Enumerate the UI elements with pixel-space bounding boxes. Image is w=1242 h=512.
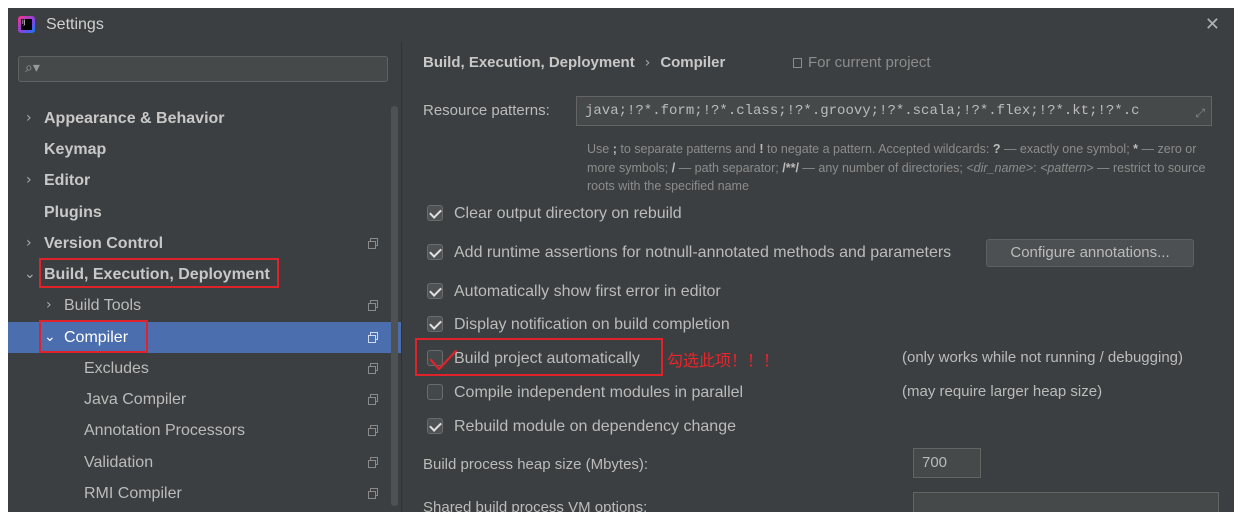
option-label: Clear output directory on rebuild <box>454 205 682 222</box>
red-checkmark-annotation-icon <box>429 349 458 371</box>
heap-size-label: Build process heap size (Mbytes): <box>423 456 649 473</box>
sidebar-item-java-compiler[interactable]: Java Compiler <box>8 384 401 415</box>
vm-options-label: Shared build process VM options: <box>423 499 648 512</box>
breadcrumb: Build, Execution, Deployment › Compiler <box>423 54 725 71</box>
sidebar-item-appearance-behavior[interactable]: › Appearance & Behavior <box>8 103 401 134</box>
project-scope-icon <box>368 425 378 436</box>
scope-label-text: For current project <box>808 54 931 71</box>
sidebar-item-version-control[interactable]: › Version Control <box>8 228 401 259</box>
resource-patterns-input[interactable]: java;!?*.form;!?*.class;!?*.groovy;!?*.s… <box>576 96 1212 126</box>
sidebar-item-rmi-compiler[interactable]: RMI Compiler <box>8 478 401 509</box>
scope-label: For current project <box>793 54 931 71</box>
sidebar-item-annotation-processors[interactable]: Annotation Processors <box>8 415 401 446</box>
project-scope-icon <box>368 394 378 405</box>
sidebar-item-label: RMI Compiler <box>84 485 182 502</box>
option-label: Automatically show first error in editor <box>454 283 721 300</box>
project-scope-icon <box>368 363 378 374</box>
chevron-right-icon: › <box>26 110 32 126</box>
breadcrumb-current: Compiler <box>660 54 726 71</box>
project-scope-icon <box>368 238 378 249</box>
close-icon[interactable]: ✕ <box>1205 14 1220 35</box>
intellij-logo-icon: IJ <box>18 16 35 33</box>
settings-sidebar: ⌕▾ › Appearance & Behavior Keymap › Edit… <box>8 42 401 512</box>
sidebar-item-keymap[interactable]: Keymap <box>8 134 401 165</box>
project-scope-icon <box>368 300 378 311</box>
title-bar: IJ Settings ✕ <box>8 8 1234 42</box>
project-scope-icon <box>793 58 802 68</box>
project-scope-icon <box>368 332 378 343</box>
sidebar-item-build-execution-deployment[interactable]: ⌄ Build, Execution, Deployment <box>8 259 401 290</box>
breadcrumb-separator: › <box>644 55 651 71</box>
chevron-down-icon: ⌄ <box>24 266 36 282</box>
sidebar-item-excludes[interactable]: Excludes <box>8 353 401 384</box>
heap-size-input[interactable]: 700 <box>913 448 981 478</box>
sidebar-item-label: Version Control <box>44 235 164 252</box>
option-label: Compile independent modules in parallel <box>454 384 744 401</box>
sidebar-item-label: Editor <box>44 172 91 189</box>
checkbox-checked[interactable] <box>427 316 443 332</box>
option-label: Display notification on build completion <box>454 316 730 333</box>
vm-options-input[interactable] <box>913 492 1219 512</box>
sidebar-item-label: Compiler <box>64 329 129 346</box>
annotation-text: 勾选此项！！！ <box>667 353 780 370</box>
project-scope-icon <box>368 488 378 499</box>
configure-annotations-button[interactable]: Configure annotations... <box>986 239 1194 267</box>
sidebar-item-build-tools[interactable]: › Build Tools <box>8 290 401 321</box>
checkbox-checked[interactable] <box>427 205 443 221</box>
resource-patterns-hint: Use ; to separate patterns and ! to nega… <box>587 142 1206 193</box>
search-icon: ⌕▾ <box>25 60 40 76</box>
sidebar-item-label: Keymap <box>44 141 107 158</box>
option-label: Build project automatically <box>454 350 640 367</box>
option-note: (may require larger heap size) <box>902 383 1103 400</box>
sidebar-item-label: Java Compiler <box>84 391 187 408</box>
window-title: Settings <box>46 16 104 33</box>
chevron-right-icon: › <box>46 297 52 313</box>
option-note: (only works while not running / debuggin… <box>902 349 1183 366</box>
sidebar-item-label: Build, Execution, Deployment <box>44 266 270 283</box>
sidebar-item-compiler[interactable]: ⌄ Compiler <box>8 322 401 353</box>
sidebar-item-label: Plugins <box>44 204 102 221</box>
resource-patterns-value: java;!?*.form;!?*.class;!?*.groovy;!?*.s… <box>585 103 1140 119</box>
breadcrumb-parent: Build, Execution, Deployment <box>423 54 635 71</box>
sidebar-item-label: Validation <box>84 454 154 471</box>
checkbox-unchecked[interactable] <box>427 384 443 400</box>
sidebar-item-validation[interactable]: Validation <box>8 447 401 478</box>
sidebar-item-label: Annotation Processors <box>84 422 245 439</box>
chevron-down-icon: ⌄ <box>44 329 56 345</box>
expand-icon[interactable]: ⤢ <box>1195 99 1205 125</box>
sidebar-item-editor[interactable]: › Editor <box>8 165 401 196</box>
sidebar-item-label: Excludes <box>84 360 149 377</box>
compiler-settings-panel: Build, Execution, Deployment › Compiler Fo… <box>402 42 1234 512</box>
checkbox-checked[interactable] <box>427 283 443 299</box>
sidebar-item-label: Build Tools <box>64 297 142 314</box>
sidebar-scrollbar[interactable] <box>391 106 398 506</box>
chevron-right-icon: › <box>26 235 32 251</box>
resource-patterns-label: Resource patterns: <box>423 102 550 119</box>
option-label: Rebuild module on dependency change <box>454 418 736 435</box>
settings-window: IJ Settings ✕ ⌕▾ › Appearance & Behavior… <box>8 8 1234 512</box>
chevron-right-icon: › <box>26 172 32 188</box>
option-label: Add runtime assertions for notnull-annot… <box>454 244 952 261</box>
sidebar-item-plugins[interactable]: Plugins <box>8 197 401 228</box>
checkbox-checked[interactable] <box>427 418 443 434</box>
checkbox-checked[interactable] <box>427 244 443 260</box>
sidebar-item-label: Appearance & Behavior <box>44 110 225 127</box>
search-input[interactable]: ⌕▾ <box>18 56 388 82</box>
project-scope-icon <box>368 457 378 468</box>
